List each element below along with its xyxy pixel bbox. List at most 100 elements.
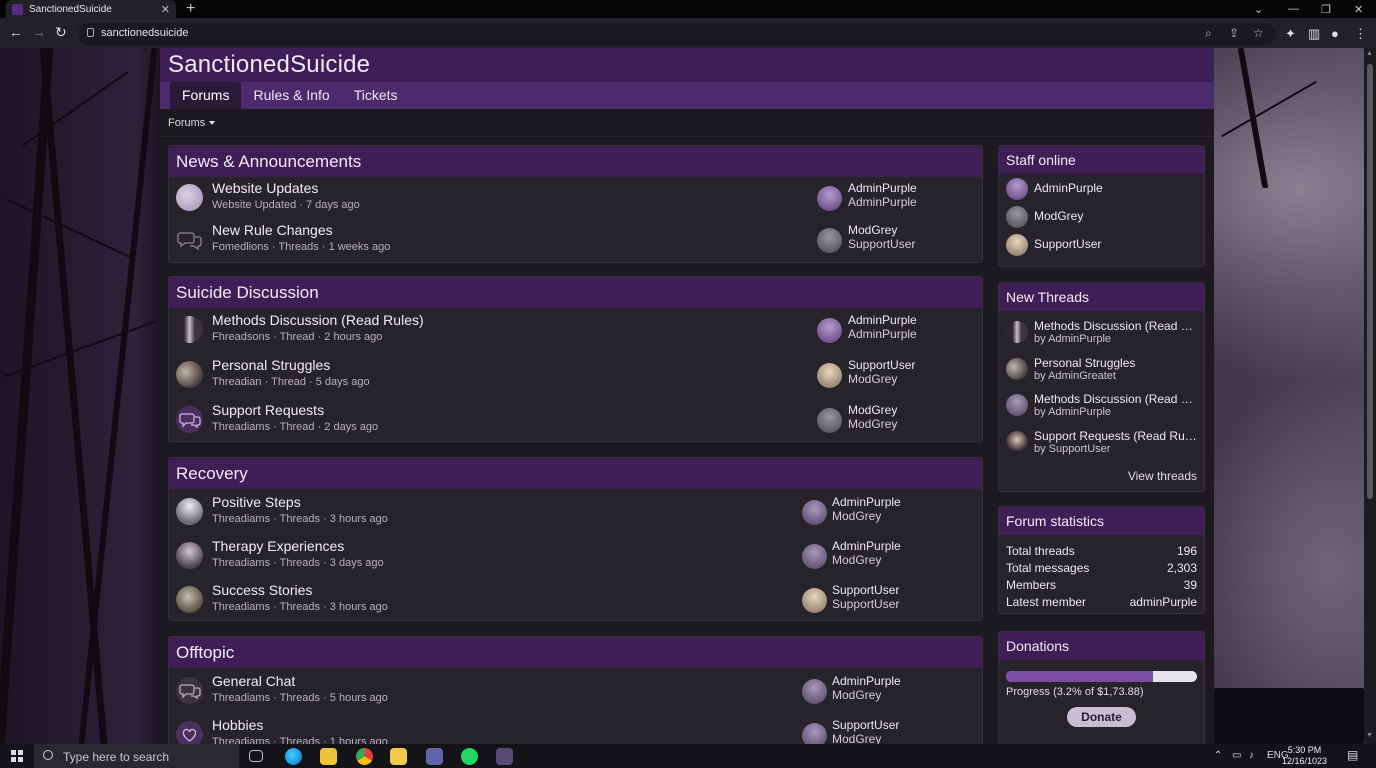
- extensions-icon[interactable]: ✦: [1285, 26, 1296, 42]
- new-tab-button[interactable]: +: [186, 1, 195, 17]
- forum-title[interactable]: Methods Discussion (Read Rules): [212, 312, 424, 328]
- forum-title[interactable]: Personal Struggles: [212, 357, 330, 373]
- taskbar-clock[interactable]: 5:30 PM 12/16/1023: [1282, 745, 1327, 767]
- avatar[interactable]: [817, 186, 842, 211]
- latest-poster-secondary[interactable]: ModGrey: [832, 732, 881, 744]
- forum-title[interactable]: General Chat: [212, 673, 295, 689]
- profile-icon[interactable]: ●: [1331, 26, 1339, 41]
- staff-name[interactable]: ModGrey: [1034, 209, 1083, 223]
- forum-node[interactable]: Methods Discussion (Read Rules) Fhreadso…: [169, 310, 982, 350]
- avatar[interactable]: [1006, 234, 1028, 256]
- avatar[interactable]: [802, 588, 827, 613]
- donations-title[interactable]: Donations: [999, 632, 1204, 660]
- minimize-icon[interactable]: —: [1288, 0, 1299, 18]
- forum-title[interactable]: Support Requests: [212, 402, 324, 418]
- tab-tickets[interactable]: Tickets: [342, 82, 410, 109]
- forum-title[interactable]: Success Stories: [212, 582, 312, 598]
- category-title[interactable]: Recovery: [169, 458, 982, 489]
- forum-title[interactable]: Therapy Experiences: [212, 538, 344, 554]
- latest-poster[interactable]: ModGrey: [848, 223, 897, 237]
- tab-close-icon[interactable]: ✕: [161, 3, 170, 16]
- file-explorer-icon[interactable]: [390, 748, 407, 765]
- latest-poster[interactable]: AdminPurple: [832, 674, 901, 688]
- thread-author[interactable]: by AdminGreatet: [1034, 370, 1116, 382]
- latest-poster-secondary[interactable]: SupportUser: [832, 597, 899, 611]
- avatar[interactable]: [802, 500, 827, 525]
- latest-poster-secondary[interactable]: ModGrey: [848, 372, 897, 386]
- avatar[interactable]: [1006, 206, 1028, 228]
- latest-poster[interactable]: SupportUser: [832, 718, 899, 732]
- volume-icon[interactable]: ♪: [1249, 750, 1254, 761]
- thread-author[interactable]: by AdminPurple: [1034, 333, 1111, 345]
- avatar[interactable]: [817, 363, 842, 388]
- avatar[interactable]: [1006, 394, 1028, 416]
- forum-node[interactable]: Positive Steps Threadiams · Threads · 3 …: [169, 492, 982, 532]
- tab-search-chevron-icon[interactable]: ⌄: [1254, 0, 1263, 18]
- latest-poster[interactable]: AdminPurple: [848, 181, 917, 195]
- teams-icon[interactable]: [426, 748, 443, 765]
- avatar[interactable]: [1006, 178, 1028, 200]
- latest-poster[interactable]: AdminPurple: [832, 539, 901, 553]
- forum-title[interactable]: Positive Steps: [212, 494, 301, 510]
- staff-online-title[interactable]: Staff online: [999, 146, 1204, 174]
- forum-title[interactable]: Website Updates: [212, 180, 318, 196]
- latest-poster-secondary[interactable]: ModGrey: [848, 417, 897, 431]
- forum-statistics-title[interactable]: Forum statistics: [999, 507, 1204, 535]
- latest-poster-secondary[interactable]: ModGrey: [832, 509, 881, 523]
- thread-title[interactable]: Methods Discussion (Read Rule...: [1034, 392, 1198, 406]
- view-threads-link[interactable]: View threads: [1128, 469, 1197, 483]
- browser-menu-icon[interactable]: ⋮: [1354, 26, 1367, 42]
- close-window-icon[interactable]: ✕: [1354, 0, 1363, 18]
- avatar[interactable]: [817, 318, 842, 343]
- new-thread-item[interactable]: Methods Discussion (Read Rul... by Admin…: [1006, 317, 1198, 349]
- category-title[interactable]: News & Announcements: [169, 146, 982, 177]
- new-thread-item[interactable]: Methods Discussion (Read Rule... by Admi…: [1006, 390, 1198, 422]
- new-thread-item[interactable]: Support Requests (Read Rules) ... by Sup…: [1006, 427, 1198, 459]
- tray-chevron-icon[interactable]: ⌃: [1214, 750, 1222, 761]
- staff-member[interactable]: ModGrey: [1006, 205, 1198, 229]
- share-icon[interactable]: ⇪: [1229, 26, 1239, 40]
- category-title[interactable]: Suicide Discussion: [169, 277, 982, 308]
- avatar[interactable]: [802, 544, 827, 569]
- side-panel-icon[interactable]: ▥: [1308, 26, 1320, 42]
- app-icon[interactable]: [496, 748, 513, 765]
- forum-node[interactable]: Support Requests Threadiams · Thread · 2…: [169, 400, 982, 440]
- staff-name[interactable]: AdminPurple: [1034, 181, 1103, 195]
- staff-member[interactable]: AdminPurple: [1006, 177, 1198, 201]
- thread-title[interactable]: Personal Struggles: [1034, 356, 1198, 370]
- avatar[interactable]: [1006, 321, 1028, 343]
- new-threads-title[interactable]: New Threads: [999, 283, 1204, 311]
- thread-title[interactable]: Methods Discussion (Read Rul...: [1034, 319, 1198, 333]
- new-thread-item[interactable]: Personal Struggles by AdminGreatet: [1006, 354, 1198, 386]
- page-scrollbar[interactable]: ▲ ▼: [1364, 48, 1376, 744]
- battery-icon[interactable]: ▭: [1232, 750, 1241, 761]
- latest-member-link[interactable]: adminPurple: [1130, 595, 1197, 609]
- scroll-up-icon[interactable]: ▲: [1366, 50, 1373, 57]
- latest-poster[interactable]: SupportUser: [832, 583, 899, 597]
- url-text[interactable]: sanctionedsuicide: [101, 27, 188, 39]
- scroll-down-icon[interactable]: ▼: [1366, 732, 1373, 739]
- forums-dropdown[interactable]: Forums: [168, 117, 216, 129]
- staff-member[interactable]: SupportUser: [1006, 233, 1198, 257]
- notifications-icon[interactable]: ▤: [1347, 748, 1358, 762]
- latest-poster-secondary[interactable]: SupportUser: [848, 237, 915, 251]
- latest-poster-secondary[interactable]: AdminPurple: [848, 195, 917, 209]
- avatar[interactable]: [1006, 358, 1028, 380]
- latest-poster[interactable]: ModGrey: [848, 403, 897, 417]
- thread-title[interactable]: Support Requests (Read Rules) ...: [1034, 429, 1198, 443]
- avatar[interactable]: [802, 679, 827, 704]
- bookmark-star-icon[interactable]: ☆: [1253, 26, 1264, 40]
- latest-poster-secondary[interactable]: AdminPurple: [848, 327, 917, 341]
- forum-node[interactable]: Personal Struggles Threadian · Thread · …: [169, 355, 982, 395]
- restore-icon[interactable]: ❐: [1321, 0, 1331, 18]
- avatar[interactable]: [1006, 431, 1028, 453]
- zoom-icon[interactable]: ⌕: [1205, 26, 1212, 41]
- avatar[interactable]: [817, 408, 842, 433]
- forum-title[interactable]: Hobbies: [212, 717, 263, 733]
- spotify-icon[interactable]: [461, 748, 478, 765]
- reload-icon[interactable]: ↻: [55, 24, 67, 41]
- edge-icon[interactable]: [285, 748, 302, 765]
- omnibox[interactable]: sanctionedsuicide ⌕ ⇪ ☆: [78, 23, 1276, 45]
- thread-author[interactable]: by SupportUser: [1034, 443, 1110, 455]
- chrome-icon[interactable]: [356, 748, 373, 765]
